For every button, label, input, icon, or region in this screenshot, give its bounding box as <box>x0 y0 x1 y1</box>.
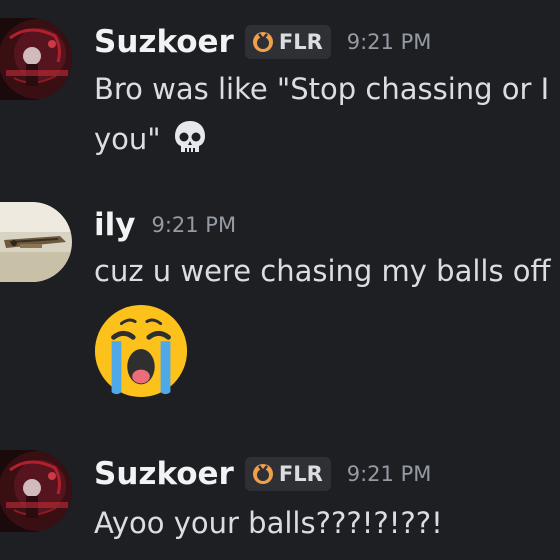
flame-badge-icon <box>252 464 273 484</box>
skull-icon <box>174 121 205 152</box>
timestamp[interactable]: 9:21 PM <box>347 462 432 486</box>
username[interactable]: Suzkoer <box>94 24 234 60</box>
message-text: Ayoo your balls???!?!??! <box>94 506 443 540</box>
avatar[interactable] <box>0 450 72 532</box>
message-text-line-2: you" <box>94 114 208 164</box>
guild-tag[interactable]: FLR <box>244 457 331 491</box>
avatar[interactable] <box>0 202 72 282</box>
username[interactable]: Suzkoer <box>94 456 234 492</box>
guild-tag[interactable]: FLR <box>244 25 331 59</box>
timestamp[interactable]: 9:21 PM <box>347 30 432 54</box>
username[interactable]: ily <box>94 207 135 243</box>
timestamp[interactable]: 9:21 PM <box>151 213 236 237</box>
message-text-line: Bro was like "Stop chassing or I <box>94 72 550 106</box>
guild-tag-label: FLR <box>278 30 323 54</box>
flame-badge-icon <box>252 32 273 52</box>
chat-view: Suzkoer FLR 9:21 PM Bro was like "Stop c… <box>0 0 560 560</box>
message-text: you" <box>94 122 161 156</box>
guild-tag-label: FLR <box>278 462 323 486</box>
message-text: cuz u were chasing my balls off <box>94 254 551 288</box>
avatar[interactable] <box>0 18 72 100</box>
loudly-crying-face-icon <box>94 304 188 398</box>
